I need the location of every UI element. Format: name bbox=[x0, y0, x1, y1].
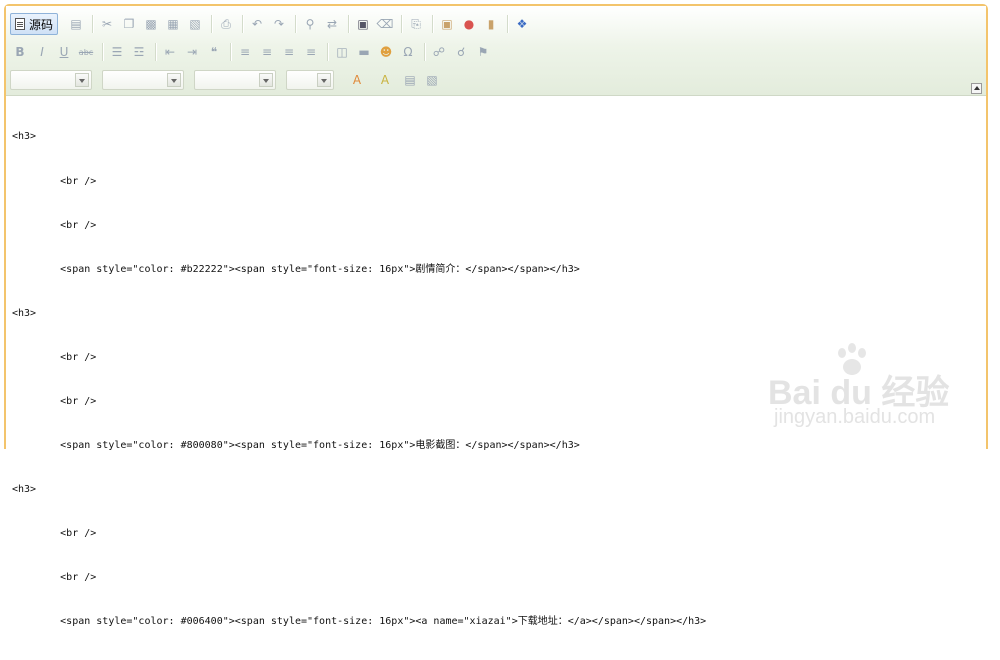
toolbar-separator bbox=[348, 15, 350, 33]
toolbar-row-3: A A ▤ ▧ bbox=[10, 68, 444, 92]
code-line: <h3> bbox=[12, 307, 37, 319]
code-line: <br /> bbox=[12, 219, 97, 231]
undo-icon[interactable]: ↶ bbox=[247, 14, 267, 34]
toolbar-separator bbox=[327, 43, 328, 61]
italic-label: I bbox=[40, 45, 44, 59]
text-color-label: A bbox=[352, 73, 362, 87]
chevron-down-icon bbox=[75, 73, 89, 87]
outdent-icon[interactable]: ⇤ bbox=[160, 42, 180, 62]
editor-toolbar: 源码 ▤ ✂ ❐ ▩ ▦ ▧ ⎙ ↶ ↷ ⚲ ⇄ ▣ ⌫ ⎘ ▣ ● ▮ ❖ B… bbox=[6, 6, 986, 96]
unlink-icon[interactable]: ☌ bbox=[451, 42, 471, 62]
link-icon[interactable]: ☍ bbox=[429, 42, 449, 62]
chevron-down-icon bbox=[317, 73, 331, 87]
select-all-icon[interactable]: ▣ bbox=[353, 14, 373, 34]
underline-button[interactable]: U bbox=[54, 42, 74, 62]
unordered-list-icon[interactable]: ☲ bbox=[129, 42, 149, 62]
blockquote-icon[interactable]: ❝ bbox=[204, 42, 224, 62]
code-line: <br /> bbox=[12, 175, 97, 187]
source-icon bbox=[15, 18, 25, 30]
toolbar-separator bbox=[211, 15, 213, 33]
indent-icon[interactable]: ⇥ bbox=[182, 42, 202, 62]
replace-icon[interactable]: ⇄ bbox=[322, 14, 342, 34]
toolbar-separator bbox=[102, 43, 103, 61]
code-line: <h3> bbox=[12, 131, 37, 143]
toolbar-separator bbox=[230, 43, 231, 61]
align-left-icon[interactable]: ≡ bbox=[235, 42, 255, 62]
ordered-list-icon[interactable]: ☰ bbox=[107, 42, 127, 62]
redo-icon[interactable]: ↷ bbox=[269, 14, 289, 34]
image-icon[interactable]: ▣ bbox=[437, 14, 457, 34]
print-icon[interactable]: ⎙ bbox=[216, 14, 236, 34]
code-line: <br /> bbox=[12, 528, 97, 540]
paste-text-icon[interactable]: ▦ bbox=[163, 14, 183, 34]
maximize-icon[interactable]: ❖ bbox=[512, 14, 532, 34]
cut-icon[interactable]: ✂ bbox=[97, 14, 117, 34]
special-char-icon[interactable]: Ω bbox=[398, 42, 418, 62]
toolbar-separator bbox=[242, 15, 244, 33]
toolbar-separator bbox=[92, 15, 94, 33]
text-color-button[interactable]: A bbox=[344, 70, 370, 90]
anchor-icon[interactable]: ⚑ bbox=[473, 42, 493, 62]
bold-button[interactable]: B bbox=[10, 42, 30, 62]
template-icon[interactable]: ⎘ bbox=[406, 14, 426, 34]
toolbar-separator bbox=[424, 43, 425, 61]
preview-icon[interactable]: ▤ bbox=[66, 14, 86, 34]
bg-color-button[interactable]: A bbox=[372, 70, 398, 90]
strike-label: abc bbox=[78, 47, 94, 57]
italic-button[interactable]: I bbox=[32, 42, 52, 62]
chevron-down-icon bbox=[259, 73, 273, 87]
toolbar-separator bbox=[401, 15, 403, 33]
bg-color-label: A bbox=[380, 73, 390, 87]
align-center-icon[interactable]: ≡ bbox=[257, 42, 277, 62]
bold-label: B bbox=[15, 45, 25, 59]
strike-button[interactable]: abc bbox=[76, 42, 96, 62]
font-dropdown[interactable] bbox=[194, 70, 276, 90]
code-line: <span style="color: #006400"><span style… bbox=[12, 616, 707, 628]
size-dropdown[interactable] bbox=[286, 70, 334, 90]
copy-icon[interactable]: ❐ bbox=[119, 14, 139, 34]
insert-table-icon[interactable]: ◫ bbox=[332, 42, 352, 62]
about-icon[interactable]: ▧ bbox=[422, 70, 442, 90]
toolbar-row-1: 源码 ▤ ✂ ❐ ▩ ▦ ▧ ⎙ ↶ ↷ ⚲ ⇄ ▣ ⌫ ⎘ ▣ ● ▮ ❖ bbox=[10, 12, 534, 36]
remove-format-icon[interactable]: ⌫ bbox=[375, 14, 395, 34]
code-line: <span style="color: #800080"><span style… bbox=[12, 440, 580, 452]
show-blocks-icon[interactable]: ▤ bbox=[400, 70, 420, 90]
toolbar-separator bbox=[155, 43, 156, 61]
source-label: 源码 bbox=[29, 17, 54, 32]
align-right-icon[interactable]: ≡ bbox=[279, 42, 299, 62]
style-dropdown[interactable] bbox=[10, 70, 92, 90]
watermark-site: jingyan.baidu.com bbox=[774, 406, 936, 428]
toolbar-row-2: B I U abc ☰ ☲ ⇤ ⇥ ❝ ≡ ≡ ≡ ≡ ◫ ▬ ☻ Ω ☍ ☌ … bbox=[10, 40, 495, 64]
code-line: <h3> bbox=[12, 484, 37, 496]
paste-word-icon[interactable]: ▧ bbox=[185, 14, 205, 34]
horizontal-rule-icon[interactable]: ▬ bbox=[354, 42, 374, 62]
code-line: <br /> bbox=[12, 572, 97, 584]
collapse-toolbar-button[interactable] bbox=[971, 83, 982, 94]
code-line: <span style="color: #b22222"><span style… bbox=[12, 263, 580, 275]
table-icon[interactable]: ▮ bbox=[481, 14, 501, 34]
rich-text-editor: 源码 ▤ ✂ ❐ ▩ ▦ ▧ ⎙ ↶ ↷ ⚲ ⇄ ▣ ⌫ ⎘ ▣ ● ▮ ❖ B… bbox=[4, 4, 988, 627]
find-icon[interactable]: ⚲ bbox=[300, 14, 320, 34]
toolbar-separator bbox=[432, 15, 434, 33]
toolbar-separator bbox=[295, 15, 297, 33]
smiley-icon[interactable]: ☻ bbox=[376, 42, 396, 62]
source-button[interactable]: 源码 bbox=[10, 13, 59, 35]
format-dropdown[interactable] bbox=[102, 70, 184, 90]
flash-icon[interactable]: ● bbox=[459, 14, 479, 34]
align-justify-icon[interactable]: ≡ bbox=[301, 42, 321, 62]
toolbar-separator bbox=[507, 15, 509, 33]
paste-icon[interactable]: ▩ bbox=[141, 14, 161, 34]
chevron-down-icon bbox=[167, 73, 181, 87]
underline-label: U bbox=[59, 45, 69, 59]
